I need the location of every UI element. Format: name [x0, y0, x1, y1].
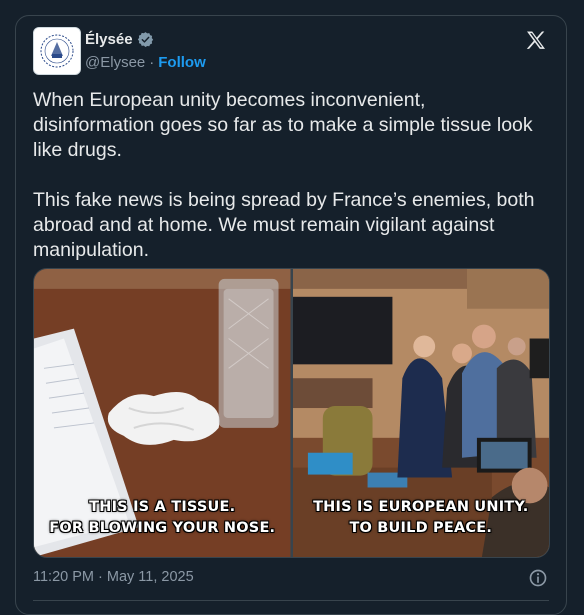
author-row: Élysée [85, 31, 154, 48]
handle-row: @Elysee · Follow [85, 54, 206, 71]
author-handle[interactable]: @Elysee [85, 54, 145, 71]
separator-dot: · [149, 54, 155, 71]
avatar[interactable] [33, 27, 81, 75]
right-caption: THIS IS EUROPEAN UNITY. TO BUILD PEACE. [313, 499, 529, 536]
follow-button[interactable]: Follow [158, 54, 206, 71]
media-panel-left[interactable]: THIS IS A TISSUE. FOR BLOWING YOUR NOSE. [34, 269, 291, 557]
tweet-timestamp[interactable]: 11:20 PM · May 11, 2025 [33, 569, 194, 585]
divider [33, 600, 549, 601]
info-icon[interactable] [528, 568, 548, 588]
left-caption: THIS IS A TISSUE. FOR BLOWING YOUR NOSE. [49, 499, 276, 536]
tweet-text: When European unity becomes inconvenient… [33, 89, 535, 261]
x-logo-icon[interactable] [524, 29, 548, 53]
verified-badge-icon [137, 32, 153, 47]
tweet-card: Élysée @Elysee · Follow When European un… [15, 15, 567, 615]
elysee-seal-logo [34, 28, 80, 74]
tweet-media[interactable]: THIS IS A TISSUE. FOR BLOWING YOUR NOSE. [33, 268, 550, 558]
media-panel-right[interactable]: THIS IS EUROPEAN UNITY. TO BUILD PEACE. [292, 269, 549, 557]
author-name[interactable]: Élysée [85, 31, 133, 48]
